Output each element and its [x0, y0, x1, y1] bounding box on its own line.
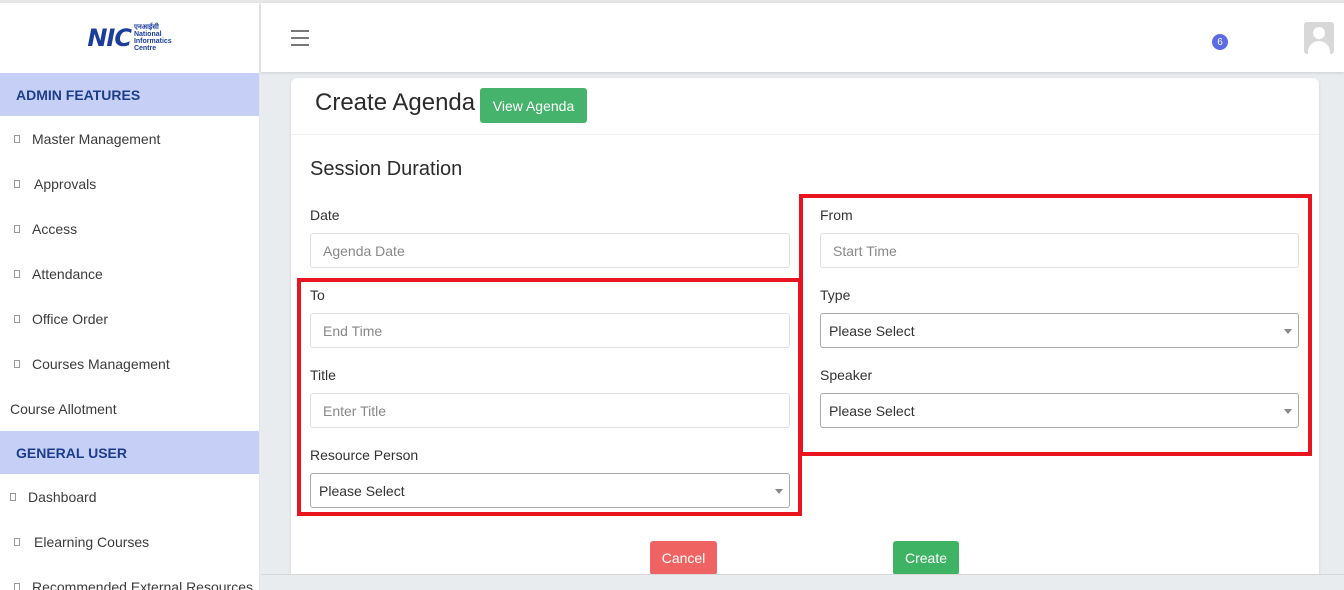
menu-bullet-icon	[14, 582, 20, 590]
logo-line1: National	[133, 31, 162, 38]
general-user-heading: GENERAL USER	[0, 431, 259, 474]
sidebar-item-course-allotment[interactable]: Course Allotment	[0, 386, 259, 431]
sidebar-item-recommended-resources[interactable]: Recommended External Resources	[0, 564, 259, 590]
sidebar-item-label: Course Allotment	[10, 400, 117, 417]
sidebar-item-access[interactable]: Access	[0, 206, 259, 251]
menu-bullet-icon	[14, 134, 20, 143]
sidebar-item-master-management[interactable]: Master Management	[0, 116, 259, 161]
notification-badge[interactable]: 6	[1212, 34, 1228, 50]
sidebar-item-label: Attendance	[32, 265, 103, 282]
top-header: 6	[261, 3, 1344, 72]
menu-bullet-icon	[14, 269, 20, 278]
logo-abbr: NIC	[87, 24, 132, 52]
nic-logo[interactable]: NIC एनआईसी National Informatics Centre	[0, 3, 259, 73]
menu-bullet-icon	[14, 537, 20, 546]
sidebar: NIC एनआईसी National Informatics Centre A…	[0, 3, 260, 590]
section-title: Session Duration	[310, 158, 463, 180]
menu-bullet-icon	[14, 314, 20, 323]
admin-features-heading: ADMIN FEATURES	[0, 73, 259, 116]
sidebar-item-label: Dashboard	[28, 488, 97, 505]
logo-hindi: एनआईसी	[133, 24, 159, 31]
sidebar-item-label: Approvals	[34, 175, 97, 192]
menu-bullet-icon	[14, 224, 20, 233]
menu-bullet-icon	[14, 179, 20, 188]
logo-line2: Informatics	[133, 38, 172, 45]
create-button[interactable]: Create	[893, 541, 959, 575]
date-label: Date	[310, 207, 340, 223]
menu-bullet-icon	[10, 492, 16, 501]
sidebar-item-courses-management[interactable]: Courses Management	[0, 341, 259, 386]
sidebar-item-attendance[interactable]: Attendance	[0, 251, 259, 296]
highlight-box-right	[799, 194, 1312, 456]
card-header: Create Agenda View Agenda	[291, 78, 1319, 135]
page-title: Create Agenda	[315, 89, 476, 116]
sidebar-item-label: Master Management	[32, 130, 161, 147]
sidebar-item-dashboard[interactable]: Dashboard	[0, 474, 259, 519]
sidebar-item-approvals[interactable]: Approvals	[0, 161, 259, 206]
logo-text: एनआईसी National Informatics Centre	[134, 24, 172, 52]
sidebar-item-office-order[interactable]: Office Order	[0, 296, 259, 341]
sidebar-item-elearning-courses[interactable]: Elearning Courses	[0, 519, 259, 564]
user-avatar[interactable]	[1304, 22, 1334, 54]
sidebar-item-label: Courses Management	[32, 355, 170, 372]
view-agenda-button[interactable]: View Agenda	[480, 88, 587, 123]
menu-bullet-icon	[14, 359, 20, 368]
sidebar-item-label: Elearning Courses	[34, 533, 150, 550]
agenda-date-input[interactable]: Agenda Date	[310, 233, 790, 268]
sidebar-item-label: Recommended External Resources	[32, 578, 253, 590]
hamburger-menu-icon[interactable]	[291, 30, 309, 51]
cancel-button[interactable]: Cancel	[650, 541, 717, 575]
logo-line3: Centre	[133, 45, 157, 52]
bottom-bar	[261, 574, 1344, 590]
highlight-box-left	[297, 278, 802, 516]
sidebar-item-label: Office Order	[32, 310, 108, 327]
sidebar-item-label: Access	[32, 220, 78, 237]
